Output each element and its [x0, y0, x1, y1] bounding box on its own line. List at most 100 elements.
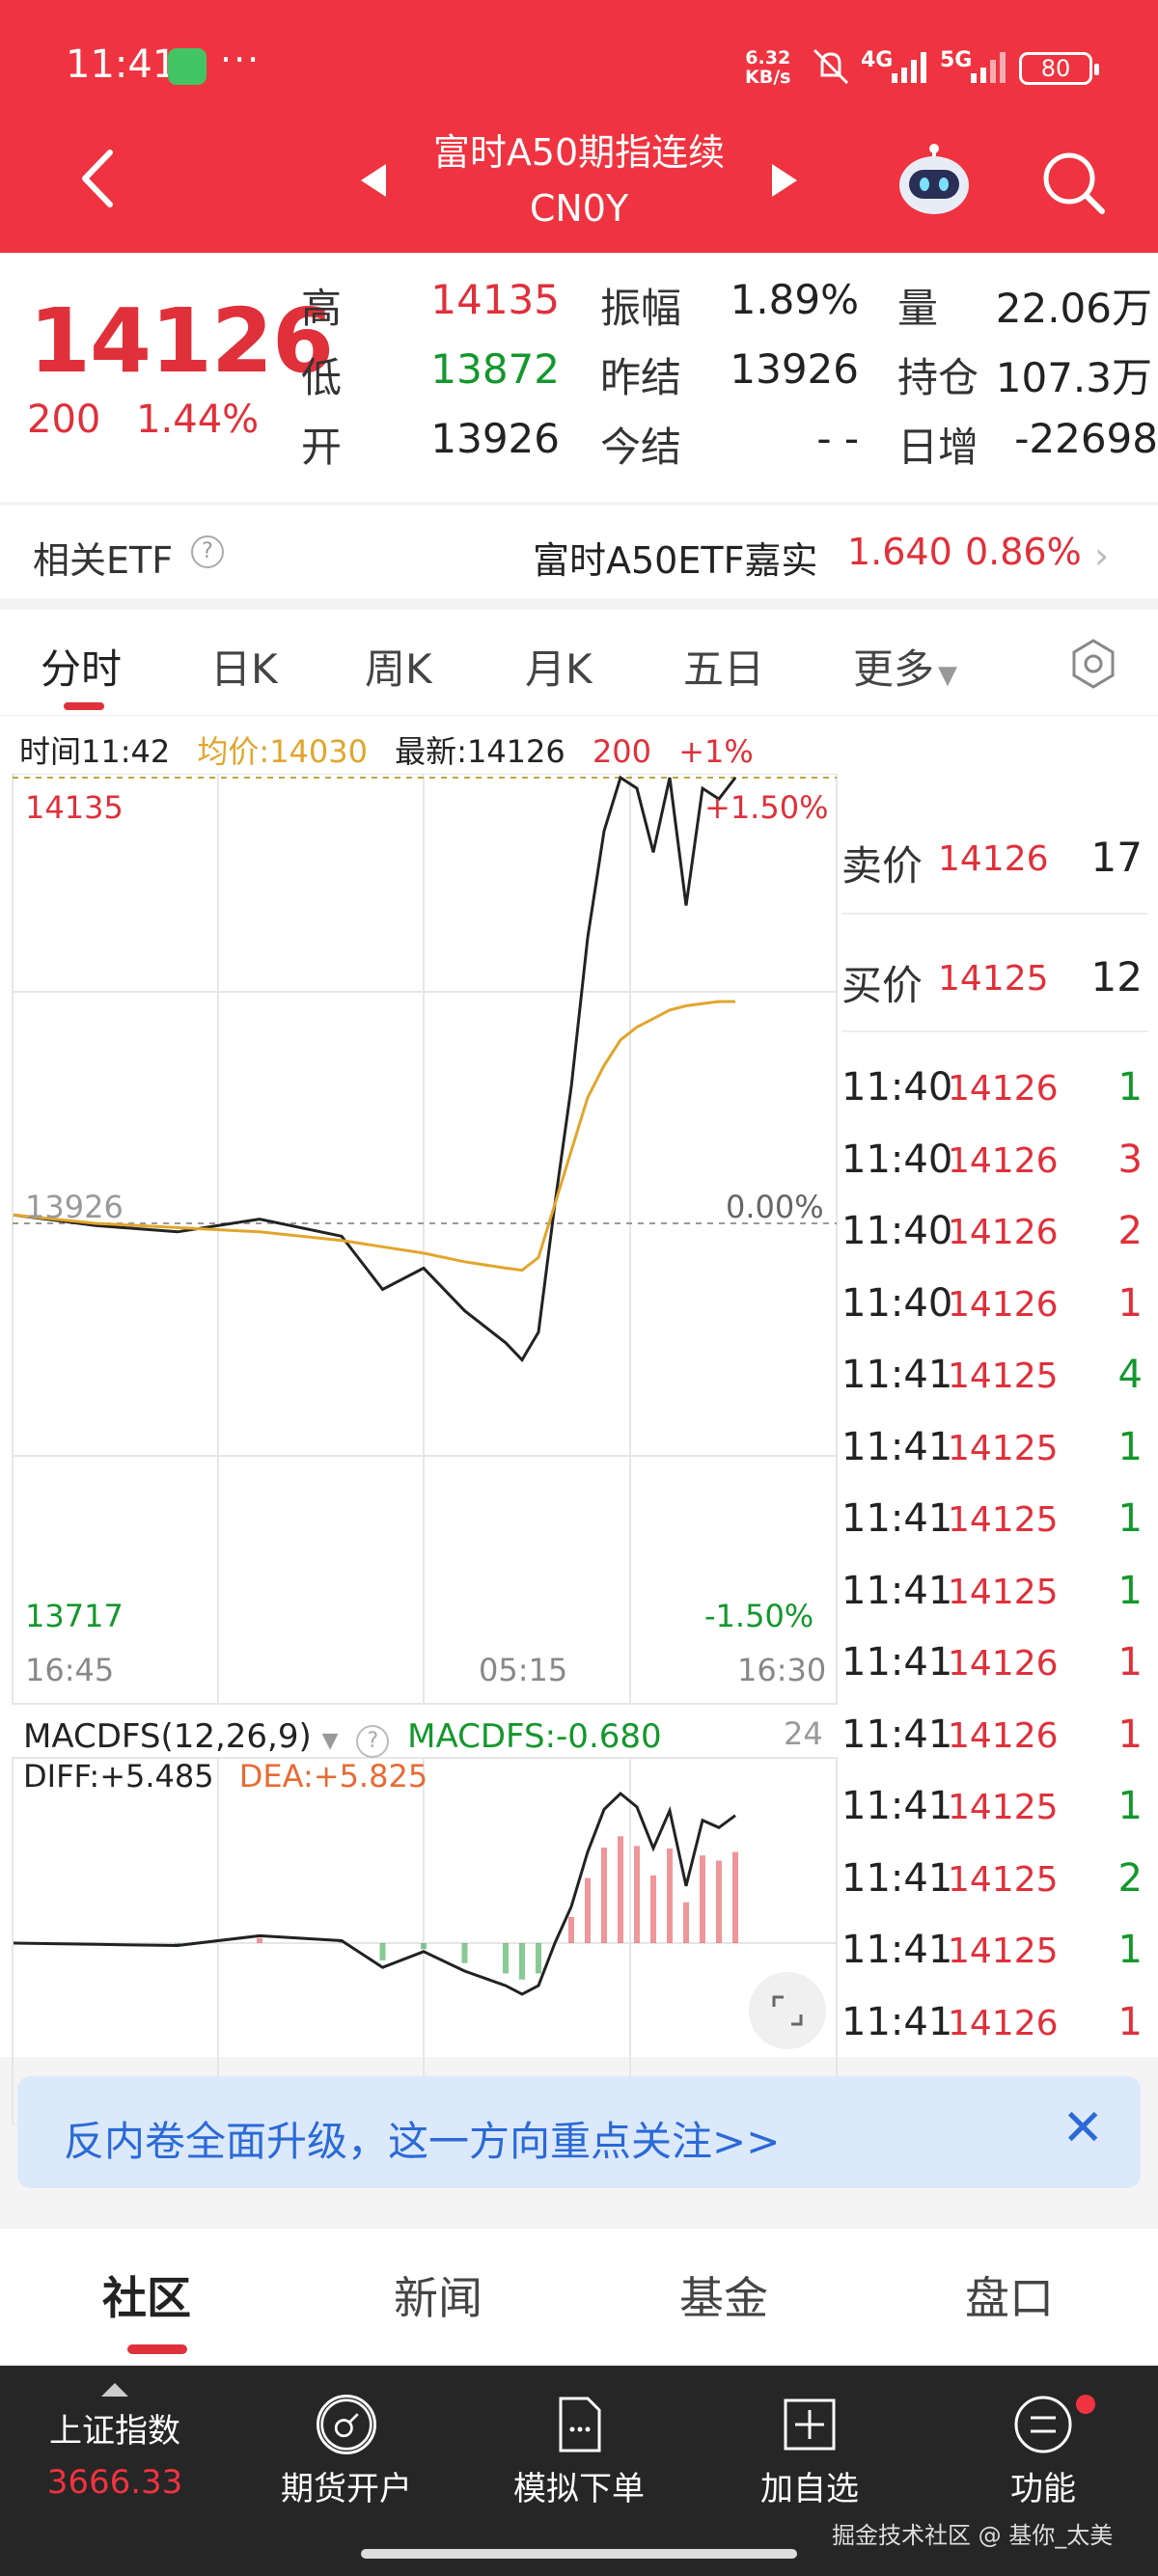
macd-indicator-name[interactable]: MACDFS(12,26,9) [23, 1717, 312, 1756]
trade-volume: 2 [1117, 1855, 1143, 1901]
trade-price: 14125 [948, 1859, 1059, 1900]
macd-diff: DIFF:+5.485 [23, 1758, 214, 1795]
fullscreen-button[interactable] [749, 1972, 826, 2049]
trade-time: 11:40 [841, 1065, 953, 1110]
fullscreen-icon [772, 1995, 803, 2026]
trade-time: 11:41 [841, 1712, 953, 1757]
trade-price: 14126 [948, 1284, 1059, 1325]
y-axis-top: 14135 [25, 789, 124, 826]
home-indicator[interactable] [361, 2549, 797, 2559]
bid-price: 14125 [938, 959, 1049, 999]
index-value: 3666.33 [46, 2463, 183, 2502]
back-icon[interactable] [68, 145, 125, 212]
close-icon[interactable]: ✕ [1062, 2099, 1104, 2157]
trade-volume: 1 [1117, 1999, 1143, 2044]
trade-row: 11:40 14126 3 [841, 1128, 1148, 1201]
help-icon[interactable]: ? [191, 535, 224, 568]
tab-news[interactable]: 新闻 [394, 2263, 482, 2327]
low-label: 低 [301, 354, 343, 401]
index-ticker[interactable]: 上证指数 3666.33 [42, 2383, 187, 2502]
network-5g-label: 5G [940, 48, 973, 72]
simulated-order-button[interactable]: 模拟下单 [504, 2395, 654, 2509]
trade-row: 11:41 14125 1 [841, 1918, 1148, 1991]
trade-price: 14126 [948, 1213, 1059, 1252]
app-root: 11:41 ··· 6.32 KB/s 4G 5G 80 富时A50期指连续 C… [0, 0, 1158, 2576]
bid-label: 买价 [841, 962, 924, 1009]
ask-label: 卖价 [841, 842, 924, 890]
trade-price: 14126 [948, 1069, 1059, 1109]
trade-volume: 1 [1117, 1928, 1143, 1972]
macd-header: MACDFS(12,26,9) ▼ ? MACDFS:-0.680 [23, 1717, 662, 1758]
tab-fund[interactable]: 基金 [679, 2263, 768, 2327]
prev-settle-label: 昨结 [600, 354, 682, 401]
trade-row: 11:40 14126 1 [841, 1272, 1148, 1345]
robot-assistant-icon[interactable] [896, 143, 973, 220]
trade-time: 11:40 [841, 1137, 953, 1182]
macd-dea: DEA:+5.825 [238, 1758, 428, 1795]
tab-community[interactable]: 社区 [102, 2263, 191, 2327]
trade-volume: 1 [1117, 1712, 1143, 1757]
etf-name: 富时A50ETF嘉实 [533, 539, 818, 582]
battery-icon: 80 [1019, 52, 1099, 85]
macd-diff-line [13, 1791, 736, 1996]
macd-help-icon[interactable]: ? [356, 1725, 390, 1758]
trade-volume: 3 [1117, 1137, 1143, 1182]
functions-label: 功能 [1010, 2470, 1076, 2508]
futures-account-button[interactable]: 期货开户 [274, 2395, 419, 2509]
search-icon[interactable] [1040, 150, 1108, 217]
pct-axis-mid: 0.00% [726, 1189, 824, 1225]
info-change: 200 [592, 733, 652, 770]
next-contract-icon[interactable] [772, 164, 797, 197]
trade-volume: 1 [1117, 1065, 1143, 1110]
trade-price: 14126 [948, 2003, 1059, 2043]
amplitude-label: 振幅 [600, 285, 682, 332]
related-etf-row[interactable]: 相关ETF ? 富时A50ETF嘉实 1.640 0.86% › [0, 506, 1158, 598]
trade-volume: 1 [1117, 1640, 1143, 1685]
trade-time: 11:41 [841, 1855, 953, 1901]
intraday-chart[interactable] [12, 774, 838, 2124]
high-label: 高 [301, 285, 343, 332]
caret-down-icon[interactable]: ▼ [322, 1729, 339, 1753]
trade-price: 14126 [948, 1715, 1059, 1756]
today-settle-label: 今结 [600, 424, 682, 471]
tab-intraday[interactable]: 分时 [41, 637, 122, 696]
more-notifications-icon: ··· [220, 39, 262, 81]
trade-row: 11:41 14126 1 [841, 1703, 1148, 1776]
ask-price: 14126 [938, 839, 1049, 879]
status-time: 11:41 [66, 42, 178, 87]
quote-panel: 14126 200 1.44% 高 14135 低 13872 开 13926 … [0, 253, 1158, 502]
ask-row[interactable]: 卖价 14126 17 [841, 799, 1148, 915]
trade-price: 14126 [948, 1644, 1059, 1684]
promo-banner[interactable]: 反内卷全面升级，这一方向重点关注>> ✕ [17, 2076, 1141, 2188]
add-watchlist-label: 加自选 [760, 2470, 859, 2508]
settings-icon[interactable] [1069, 637, 1117, 691]
tab-market-depth[interactable]: 盘口 [965, 2263, 1054, 2327]
tab-five-day[interactable]: 五日 [683, 637, 764, 696]
tab-daily-k[interactable]: 日K [210, 637, 278, 696]
trade-price: 14125 [948, 1788, 1059, 1827]
chart-info-bar: 时间11:42 均价:14030 最新:14126 200 +1% [19, 727, 754, 772]
open-label: 开 [301, 424, 343, 471]
chevron-right-icon: › [1094, 534, 1110, 577]
header: 11:41 ··· 6.32 KB/s 4G 5G 80 富时A50期指连续 C… [0, 0, 1158, 253]
tab-more[interactable]: 更多 ▼ [853, 637, 957, 696]
tab-monthly-k[interactable]: 月K [525, 637, 593, 696]
trade-price: 14126 [948, 1140, 1059, 1181]
caret-up-icon [101, 2383, 128, 2397]
banner-text[interactable]: 反内卷全面升级，这一方向重点关注>> [64, 2109, 780, 2168]
x-axis-label-mid: 05:15 [479, 1652, 568, 1688]
trade-time: 11:41 [841, 1640, 953, 1685]
trade-time: 11:41 [841, 1353, 953, 1397]
pct-axis-top: +1.50% [704, 789, 829, 826]
network-speed: 6.32 KB/s [745, 47, 791, 88]
functions-button[interactable]: 功能 [971, 2395, 1116, 2509]
info-average: 均价:14030 [197, 733, 368, 770]
add-watchlist-button[interactable]: 加自选 [737, 2395, 882, 2509]
page-title: 富时A50期指连续 [432, 131, 726, 174]
add-icon [784, 2398, 836, 2451]
trade-volume: 1 [1117, 1496, 1143, 1541]
macd-value: MACDFS:-0.680 [407, 1717, 662, 1756]
tab-weekly-k[interactable]: 周K [365, 637, 432, 696]
trade-time: 11:41 [841, 1784, 953, 1828]
bid-row[interactable]: 买价 14125 12 [841, 917, 1148, 1032]
